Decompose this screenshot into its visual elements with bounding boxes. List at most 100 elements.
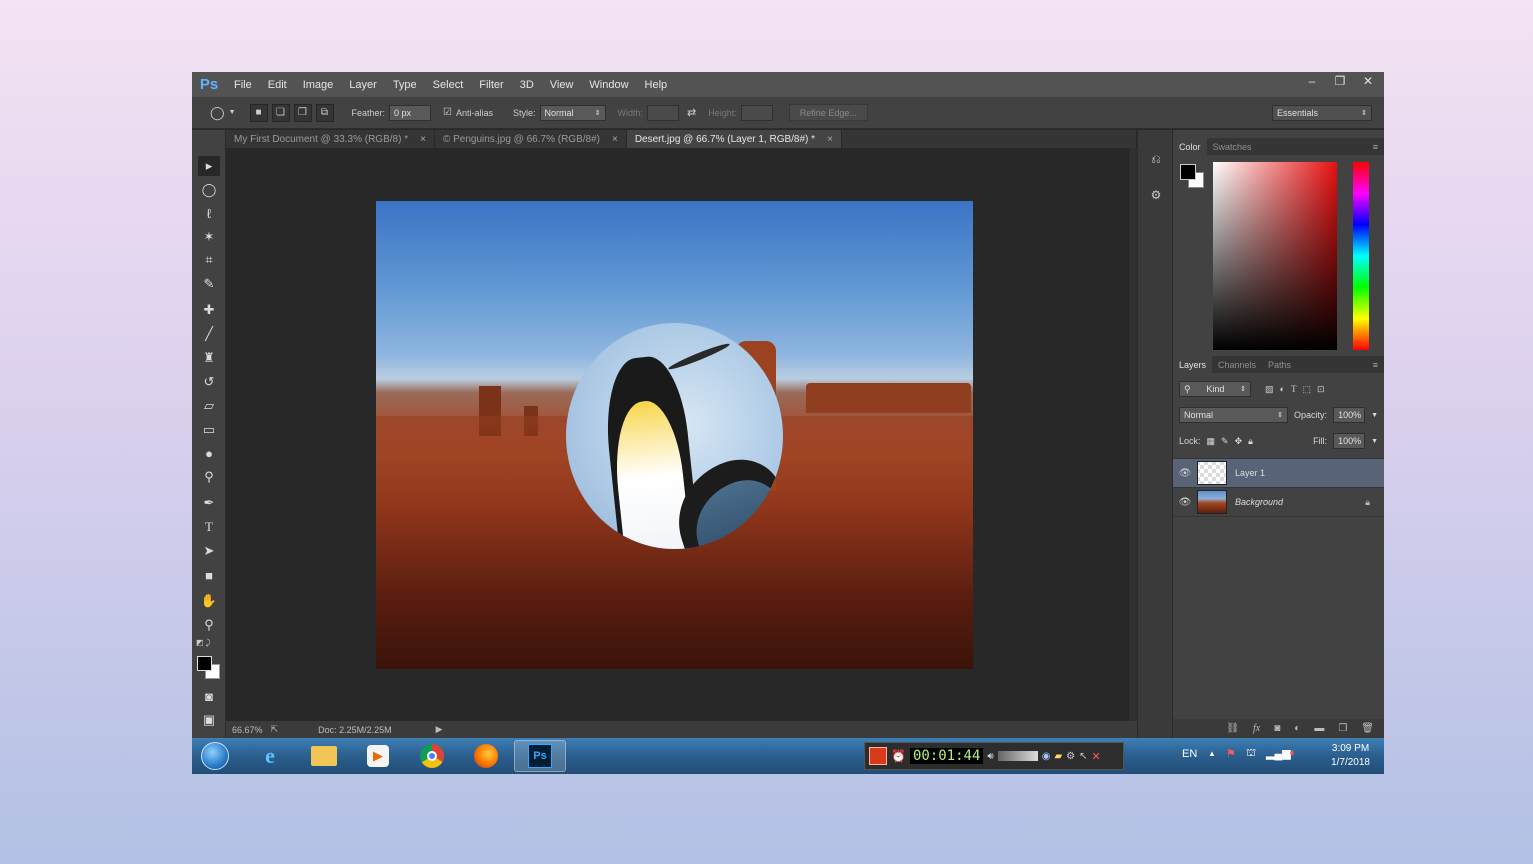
elliptical-marquee-icon[interactable]: ◯ xyxy=(210,105,225,121)
style-select[interactable]: Normal ⇕ xyxy=(539,104,606,121)
file-explorer-icon[interactable] xyxy=(298,740,350,772)
minimize-button[interactable]: – xyxy=(1304,74,1320,88)
gradient-tool-icon[interactable]: ▭ xyxy=(198,420,220,440)
elliptical-marquee-tool-icon[interactable]: ◯ xyxy=(198,180,220,200)
document-image[interactable] xyxy=(376,201,973,669)
share-icon[interactable]: ⇱ xyxy=(271,724,279,735)
menu-type[interactable]: Type xyxy=(385,79,425,91)
eye-icon[interactable]: 👁︎ xyxy=(1173,497,1197,508)
opacity-input[interactable]: 100% xyxy=(1333,407,1366,423)
settings-icon[interactable]: ⚙ xyxy=(1066,751,1075,762)
menu-select[interactable]: Select xyxy=(425,79,472,91)
feather-input[interactable]: 0 px xyxy=(389,104,432,121)
foreground-color-swatch[interactable] xyxy=(1180,164,1196,180)
lock-image-icon[interactable]: ✎ xyxy=(1221,436,1229,447)
status-menu-arrow-icon[interactable]: ▶ xyxy=(436,724,443,735)
crop-tool-icon[interactable]: ⌗ xyxy=(198,250,220,270)
path-selection-tool-icon[interactable]: ➤ xyxy=(198,541,220,561)
volume-muted-icon[interactable]: 🔈︎ xyxy=(1290,747,1297,760)
refine-edge-button[interactable]: Refine Edge... xyxy=(788,104,868,121)
foreground-color-swatch[interactable] xyxy=(197,656,212,671)
menu-image[interactable]: Image xyxy=(295,79,342,91)
default-colors-icon[interactable]: ◩ ⤸ xyxy=(196,638,211,648)
history-brush-tool-icon[interactable]: ↺ xyxy=(198,372,220,392)
internet-explorer-icon[interactable]: e xyxy=(244,740,296,772)
fx-icon[interactable]: fx xyxy=(1253,723,1260,734)
brush-tool-icon[interactable]: ╱ xyxy=(198,324,220,344)
type-tool-icon[interactable]: T xyxy=(198,517,220,537)
media-player-icon[interactable]: ▶ xyxy=(352,740,404,772)
show-hidden-icons-icon[interactable]: ▲ xyxy=(1208,749,1216,758)
lasso-tool-icon[interactable]: ℓ xyxy=(198,203,220,223)
tab-desert[interactable]: Desert.jpg @ 66.7% (Layer 1, RGB/8#) * × xyxy=(626,130,842,148)
screen-mode-icon[interactable]: ▣ xyxy=(198,710,220,730)
kind-filter-select[interactable]: ⚲ Kind ⇕ xyxy=(1179,381,1251,397)
zoom-level[interactable]: 66.67% xyxy=(232,725,263,735)
menu-view[interactable]: View xyxy=(542,79,582,91)
workspace-select[interactable]: Essentials ⇕ xyxy=(1272,104,1372,121)
intersect-selection-button[interactable]: ⧉ xyxy=(315,103,334,122)
adjustment-layer-icon[interactable]: ◐ xyxy=(1294,723,1300,734)
folder-icon[interactable]: ▰ xyxy=(1054,751,1062,762)
healing-brush-tool-icon[interactable]: ✚ xyxy=(198,300,220,320)
network-icon[interactable]: ▂▄▆ xyxy=(1266,747,1291,760)
layer-row-background[interactable]: 👁︎ Background 🔒︎ xyxy=(1173,488,1384,517)
fill-input[interactable]: 100% xyxy=(1333,433,1366,449)
type-filter-icon[interactable]: T xyxy=(1291,384,1297,394)
start-button[interactable] xyxy=(192,740,238,772)
close-tab-icon[interactable]: × xyxy=(827,134,833,145)
menu-layer[interactable]: Layer xyxy=(341,79,385,91)
firefox-icon[interactable] xyxy=(460,740,512,772)
action-center-flag-icon[interactable]: ⚑ xyxy=(1226,747,1236,760)
tab-channels[interactable]: Channels xyxy=(1212,356,1262,373)
tab-layers[interactable]: Layers xyxy=(1173,356,1213,373)
canvas-area[interactable] xyxy=(226,148,1129,721)
chevron-down-icon[interactable]: ▼ xyxy=(1371,412,1378,419)
eraser-tool-icon[interactable]: ▱ xyxy=(198,396,220,416)
dodge-tool-icon[interactable]: ⚲ xyxy=(198,467,220,487)
layer-row-layer-1[interactable]: 👁︎ Layer 1 xyxy=(1173,459,1384,488)
system-clock[interactable]: 3:09 PM 1/7/2018 xyxy=(1331,742,1370,770)
lock-position-icon[interactable]: ✥ xyxy=(1235,436,1243,447)
close-button[interactable]: ✕ xyxy=(1360,74,1376,88)
add-to-selection-button[interactable]: ❏ xyxy=(271,103,290,122)
color-spectrum-field[interactable] xyxy=(1213,162,1337,350)
close-tab-icon[interactable]: × xyxy=(612,134,618,145)
penguin-circle-selection[interactable] xyxy=(566,323,783,549)
tab-my-first-document[interactable]: My First Document @ 33.3% (RGB/8) * × xyxy=(226,130,435,148)
new-layer-icon[interactable]: ❐ xyxy=(1338,723,1347,734)
blur-tool-icon[interactable]: ● xyxy=(198,443,220,463)
tab-swatches[interactable]: Swatches xyxy=(1207,138,1258,155)
volume-icon[interactable]: 🔊︎ xyxy=(987,751,993,762)
webcam-icon[interactable]: ◉ xyxy=(1042,751,1051,762)
pointer-icon[interactable]: ↖ xyxy=(1079,751,1087,762)
swap-icon[interactable]: ⇄ xyxy=(687,106,696,119)
zoom-tool-icon[interactable]: ⚲ xyxy=(198,615,220,635)
lock-transparent-icon[interactable]: ▦ xyxy=(1207,436,1216,447)
width-input[interactable] xyxy=(647,104,680,121)
hand-tool-icon[interactable]: ✋ xyxy=(198,591,220,611)
hue-slider[interactable] xyxy=(1353,162,1369,350)
link-layers-icon[interactable]: ⛓ xyxy=(1226,723,1239,734)
new-selection-button[interactable]: ■ xyxy=(249,103,268,122)
lock-all-icon[interactable]: 🔒︎ xyxy=(1248,436,1253,447)
adjustment-filter-icon[interactable]: ◐ xyxy=(1280,384,1285,394)
menu-filter[interactable]: Filter xyxy=(471,79,511,91)
tab-penguins[interactable]: © Penguins.jpg @ 66.7% (RGB/8#) × xyxy=(435,130,627,148)
checkbox-icon[interactable]: ☑ xyxy=(443,107,452,118)
record-stop-button[interactable] xyxy=(869,747,887,765)
vertical-scrollbar[interactable] xyxy=(1129,148,1137,721)
eyedropper-tool-icon[interactable]: ✎ xyxy=(198,274,220,294)
clone-stamp-tool-icon[interactable]: ♜ xyxy=(198,348,220,368)
maximize-button[interactable]: ❐ xyxy=(1332,74,1348,88)
photoshop-taskbar-icon[interactable]: Ps xyxy=(514,740,566,772)
panel-menu-icon[interactable]: ≡ xyxy=(1373,360,1384,370)
tab-paths[interactable]: Paths xyxy=(1262,356,1297,373)
history-panel-icon[interactable]: ⎌ xyxy=(1147,150,1165,168)
move-tool-icon[interactable]: ▸ xyxy=(198,156,220,176)
tab-color[interactable]: Color xyxy=(1173,138,1207,155)
menu-window[interactable]: Window xyxy=(581,79,636,91)
add-mask-icon[interactable]: ◙ xyxy=(1274,723,1280,734)
panel-menu-icon[interactable]: ≡ xyxy=(1373,142,1384,152)
chevron-down-icon[interactable]: ▼ xyxy=(1371,438,1378,445)
